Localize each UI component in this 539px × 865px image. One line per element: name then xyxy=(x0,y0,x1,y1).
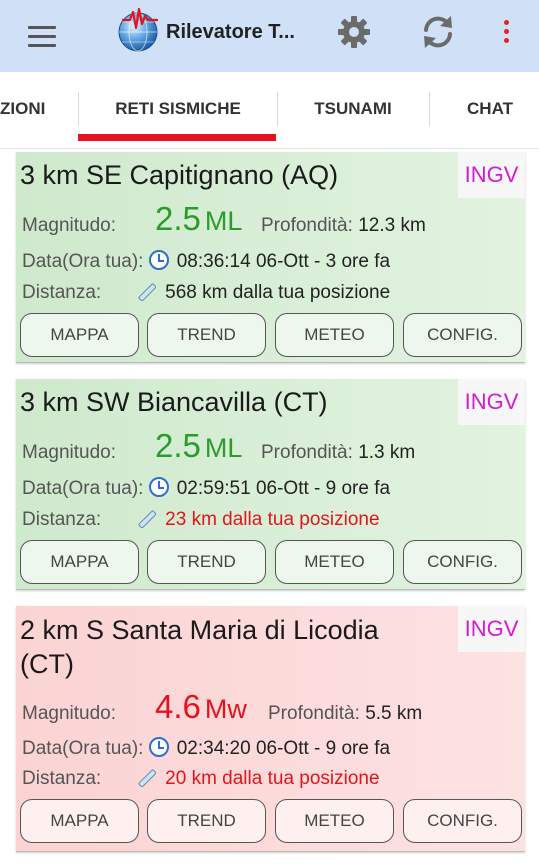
magnitude-value: 2.5 ML xyxy=(155,200,243,237)
tab-tsunami[interactable]: TSUNAMI xyxy=(278,72,428,146)
depth-row: Profondità: 5.5 km xyxy=(268,703,423,724)
event-location: 3 km SW Biancavilla (CT) xyxy=(20,387,328,417)
event-location: 2 km S Santa Maria di Licodia xyxy=(20,615,379,645)
config-button[interactable]: CONFIG. xyxy=(403,313,522,357)
weather-button[interactable]: METEO xyxy=(275,799,394,843)
trend-button[interactable]: TREND xyxy=(147,540,266,584)
map-button[interactable]: MAPPA xyxy=(20,540,139,584)
tab-zioni[interactable]: ZIONI xyxy=(0,72,80,146)
magnitude-label: Magnitudo: xyxy=(22,703,117,724)
magnitude-label: Magnitudo: xyxy=(22,215,117,236)
app-screen: Rilevatore T... ZIONI RETI SISMICHE TSUN… xyxy=(0,0,539,865)
date-row: Data(Ora tua): 02:59:51 06-Ott - 9 ore f… xyxy=(22,477,391,499)
map-button[interactable]: MAPPA xyxy=(20,799,139,843)
map-button[interactable]: MAPPA xyxy=(20,313,139,357)
clock-icon xyxy=(148,737,169,757)
ruler-icon xyxy=(138,769,157,788)
config-button[interactable]: CONFIG. xyxy=(403,540,522,584)
tab-separator xyxy=(78,92,79,126)
more-vertical-icon[interactable] xyxy=(494,14,518,50)
agency-badge[interactable]: INGV xyxy=(458,379,525,425)
refresh-icon[interactable] xyxy=(418,12,458,52)
app-bar: Rilevatore T... xyxy=(0,0,539,72)
gear-icon[interactable] xyxy=(334,12,374,52)
agency-badge[interactable]: INGV xyxy=(458,152,525,198)
magnitude-value: 2.5 ML xyxy=(155,427,243,464)
event-card[interactable]: 3 km SW Biancavilla (CT) INGV Magnitudo:… xyxy=(16,379,525,590)
date-row: Data(Ora tua): 08:36:14 06-Ott - 3 ore f… xyxy=(22,250,391,272)
tab-chat[interactable]: CHAT xyxy=(430,72,539,146)
clock-icon xyxy=(148,477,169,497)
weather-button[interactable]: METEO xyxy=(275,313,394,357)
distance-row: Distanza: 23 km dalla tua posizione xyxy=(22,509,380,530)
distance-row: Distanza: 20 km dalla tua posizione xyxy=(22,768,380,789)
hamburger-icon[interactable] xyxy=(22,18,62,54)
event-location-line2: (CT) xyxy=(20,649,74,679)
event-location: 3 km SE Capitignano (AQ) xyxy=(20,160,339,190)
depth-row: Profondità: 1.3 km xyxy=(261,442,416,463)
event-card[interactable]: 3 km SE Capitignano (AQ) INGV Magnitudo:… xyxy=(16,152,525,363)
config-button[interactable]: CONFIG. xyxy=(403,799,522,843)
depth-row: Profondità: 12.3 km xyxy=(261,215,426,236)
trend-button[interactable]: TREND xyxy=(147,799,266,843)
magnitude-value: 4.6 Mw xyxy=(155,688,247,725)
distance-row: Distanza: 568 km dalla tua posizione xyxy=(22,282,391,303)
active-tab-indicator xyxy=(78,134,276,141)
ruler-icon xyxy=(138,283,157,302)
weather-button[interactable]: METEO xyxy=(275,540,394,584)
magnitude-label: Magnitudo: xyxy=(22,442,117,463)
clock-icon xyxy=(148,250,169,270)
app-logo-icon xyxy=(114,6,162,54)
trend-button[interactable]: TREND xyxy=(147,313,266,357)
app-title: Rilevatore T... xyxy=(166,21,295,43)
ruler-icon xyxy=(138,510,157,529)
agency-badge[interactable]: INGV xyxy=(458,606,525,652)
event-card[interactable]: 2 km S Santa Maria di Licodia (CT) INGV … xyxy=(16,606,525,852)
date-row: Data(Ora tua): 02:34:20 06-Ott - 9 ore f… xyxy=(22,737,391,759)
